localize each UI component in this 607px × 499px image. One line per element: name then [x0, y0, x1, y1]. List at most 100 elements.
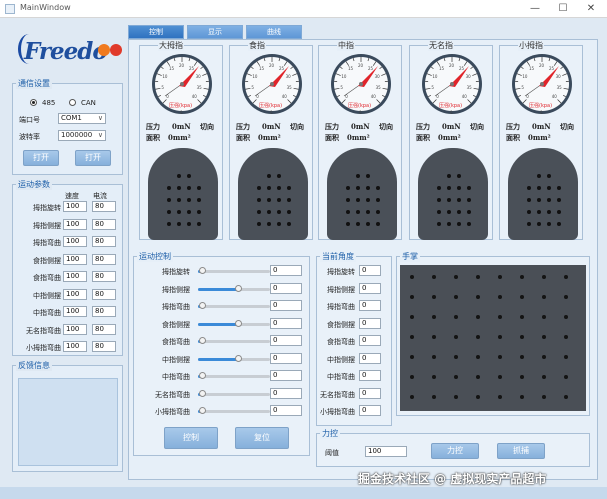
finger-name: 食指 — [248, 40, 266, 51]
finger-panel: 中指 0 5 10 15 20 25 30 35 40 压强(kpa) 0 压力 0mN 切向 面积 0mm² — [318, 40, 402, 240]
speed-header: 速度 — [65, 192, 79, 200]
speed-input[interactable]: 100 — [63, 271, 87, 282]
sensor-dot — [356, 186, 360, 190]
slider-track[interactable] — [198, 305, 270, 308]
gauge-tick-label: 10 — [432, 74, 438, 80]
comm-settings-title: 通信设置 — [16, 78, 52, 89]
current-input[interactable]: 80 — [92, 271, 116, 282]
speed-input[interactable]: 100 — [63, 253, 87, 265]
tab-curve[interactable]: 曲线 — [246, 25, 302, 39]
slider-value-input[interactable]: 0 — [270, 300, 302, 311]
speed-input[interactable]: 100 — [63, 323, 87, 335]
baud-select[interactable]: 1000000 ∨ — [58, 130, 106, 141]
slider-handle[interactable] — [234, 354, 242, 362]
slider-handle[interactable] — [198, 337, 206, 344]
sensor-dot — [366, 186, 370, 190]
gauge-tick-label: 25 — [279, 66, 285, 72]
current-input[interactable]: 80 — [92, 218, 116, 230]
fingertip-pressure-pad — [327, 148, 397, 240]
slider-value-input[interactable]: 0 — [270, 282, 302, 294]
sensor-dot — [457, 186, 461, 190]
slider-handle[interactable] — [198, 389, 206, 397]
minimize-button[interactable]: — — [521, 0, 549, 18]
slider-handle[interactable] — [234, 319, 242, 327]
open-button-1[interactable]: 打开 — [23, 150, 59, 166]
tab-display[interactable]: 显示 — [187, 25, 243, 39]
slider-value-input[interactable]: 0 — [270, 317, 302, 329]
current-input[interactable]: 80 — [92, 288, 116, 300]
speed-input[interactable]: 100 — [63, 341, 87, 352]
slider-value-input[interactable]: 0 — [270, 335, 302, 346]
slider-value-input[interactable]: 0 — [270, 265, 302, 276]
gauge-tick-label: 40 — [191, 93, 197, 99]
maximize-button[interactable]: ☐ — [549, 0, 577, 18]
gauge-tick-label: 30 — [285, 74, 291, 80]
speed-input[interactable]: 100 — [63, 201, 87, 212]
current-input[interactable]: 80 — [92, 323, 116, 335]
angle-value: 0 — [359, 387, 381, 399]
palm-sensor-dot — [498, 335, 502, 339]
feedback-textarea[interactable] — [18, 378, 118, 466]
tab-control[interactable]: 控制 — [128, 25, 184, 39]
watermark: 掘金技术社区 @ 虚拟现实产品超市 — [358, 472, 547, 486]
sensor-dot — [356, 222, 360, 226]
logo-text: Freedo — [24, 38, 108, 65]
slider-label: 小拇指弯曲 — [155, 408, 190, 416]
slider-handle[interactable] — [234, 284, 242, 292]
finger-name: 大拇指 — [158, 40, 184, 51]
force-control-button[interactable]: 力控 — [431, 443, 479, 459]
radio-485[interactable] — [30, 99, 37, 106]
threshold-input[interactable]: 100 — [365, 446, 407, 457]
slider-fill — [198, 322, 238, 326]
slider-track[interactable] — [198, 392, 270, 396]
angle-value: 0 — [359, 405, 381, 416]
slider-value-input[interactable]: 0 — [270, 405, 302, 416]
current-input[interactable]: 80 — [92, 253, 116, 265]
motion-param-label: 拇指侧摆 — [33, 221, 61, 230]
slider-value-input[interactable]: 0 — [270, 370, 302, 381]
speed-input[interactable]: 100 — [63, 306, 87, 317]
angle-value: 0 — [359, 265, 381, 276]
sensor-dot — [437, 222, 441, 226]
slider-value-input[interactable]: 0 — [270, 352, 302, 364]
slider-handle[interactable] — [198, 372, 206, 379]
slider-value-input[interactable]: 0 — [270, 387, 302, 399]
slider-track[interactable] — [198, 410, 270, 413]
current-input[interactable]: 80 — [92, 201, 116, 212]
gauge-tick-label: 5 — [521, 84, 524, 90]
speed-input[interactable]: 100 — [63, 218, 87, 230]
sensor-dot — [457, 198, 461, 202]
sensor-dot — [537, 210, 541, 214]
slider-handle[interactable] — [198, 267, 206, 274]
slider-fill — [198, 357, 238, 361]
current-input[interactable]: 80 — [92, 236, 116, 247]
area-value: 0mm² — [528, 133, 551, 142]
slider-track[interactable] — [198, 270, 270, 273]
slider-track[interactable] — [198, 375, 270, 378]
open-button-2[interactable]: 打开 — [75, 150, 111, 166]
sensor-dot — [277, 186, 281, 190]
palm-sensor-dot — [454, 375, 458, 379]
port-select[interactable]: COM1 ∨ — [58, 113, 106, 124]
current-input[interactable]: 80 — [92, 341, 116, 352]
control-button[interactable]: 控制 — [164, 427, 218, 449]
slider-handle[interactable] — [198, 407, 206, 414]
close-button[interactable]: ✕ — [577, 0, 605, 18]
slider-track[interactable] — [198, 340, 270, 343]
slider-handle[interactable] — [198, 302, 206, 309]
sensor-dot — [346, 186, 350, 190]
speed-input[interactable]: 100 — [63, 236, 87, 247]
radio-can[interactable] — [69, 99, 76, 106]
sensor-dot — [376, 210, 380, 214]
speed-input[interactable]: 100 — [63, 288, 87, 300]
title-bar: MainWindow — ☐ ✕ — [0, 0, 607, 18]
grab-button[interactable]: 抓捕 — [497, 443, 545, 459]
sensor-dot — [187, 174, 191, 178]
fingertip-pressure-pad — [418, 148, 488, 240]
sensor-dot — [376, 222, 380, 226]
palm-sensor-dot — [432, 335, 436, 339]
gauge-value-label: 0 — [540, 110, 543, 115]
area-value: 0mm² — [258, 133, 281, 142]
current-input[interactable]: 80 — [92, 306, 116, 317]
reset-button[interactable]: 复位 — [235, 427, 289, 449]
